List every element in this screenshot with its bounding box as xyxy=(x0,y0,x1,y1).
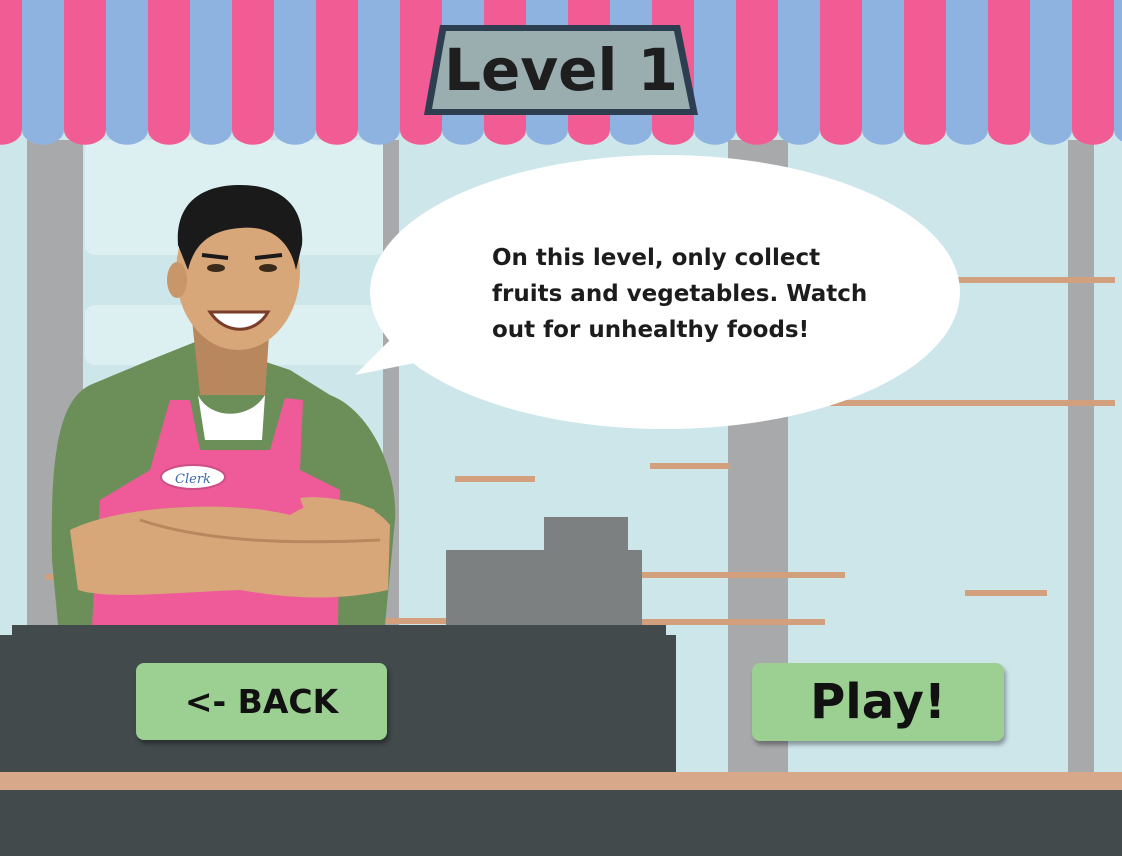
speech-text: On this level, only collect fruits and v… xyxy=(492,240,912,348)
awning-stripe xyxy=(820,0,862,145)
awning-stripe xyxy=(946,0,988,145)
awning-stripe xyxy=(106,0,148,145)
speech-line: out for unhealthy foods! xyxy=(492,317,810,343)
awning-stripe xyxy=(64,0,106,145)
awning-stripe xyxy=(862,0,904,145)
awning-stripe xyxy=(694,0,736,145)
awning-stripe xyxy=(778,0,820,145)
awning-stripe xyxy=(316,0,358,145)
awning-stripe xyxy=(988,0,1030,145)
awning-stripe xyxy=(274,0,316,145)
awning-stripe xyxy=(904,0,946,145)
awning-stripe xyxy=(0,0,22,145)
awning-stripe xyxy=(232,0,274,145)
clerk-arms xyxy=(70,500,390,598)
awning-stripe xyxy=(190,0,232,145)
awning-stripe xyxy=(1072,0,1114,145)
awning-stripe xyxy=(358,0,400,145)
speech-line: On this level, only collect xyxy=(492,245,821,271)
awning-stripe xyxy=(1030,0,1072,145)
speech-line: fruits and vegetables. Watch xyxy=(492,281,868,307)
awning-stripe xyxy=(1114,0,1122,142)
awning-stripe xyxy=(148,0,190,145)
play-button[interactable]: Play! xyxy=(752,663,1004,741)
awning-stripe xyxy=(22,0,64,145)
back-button[interactable]: <- BACK xyxy=(136,663,387,740)
awning-stripe xyxy=(736,0,778,145)
name-badge-text: Clerk xyxy=(175,472,211,487)
level-title: Level 1 xyxy=(444,36,678,104)
